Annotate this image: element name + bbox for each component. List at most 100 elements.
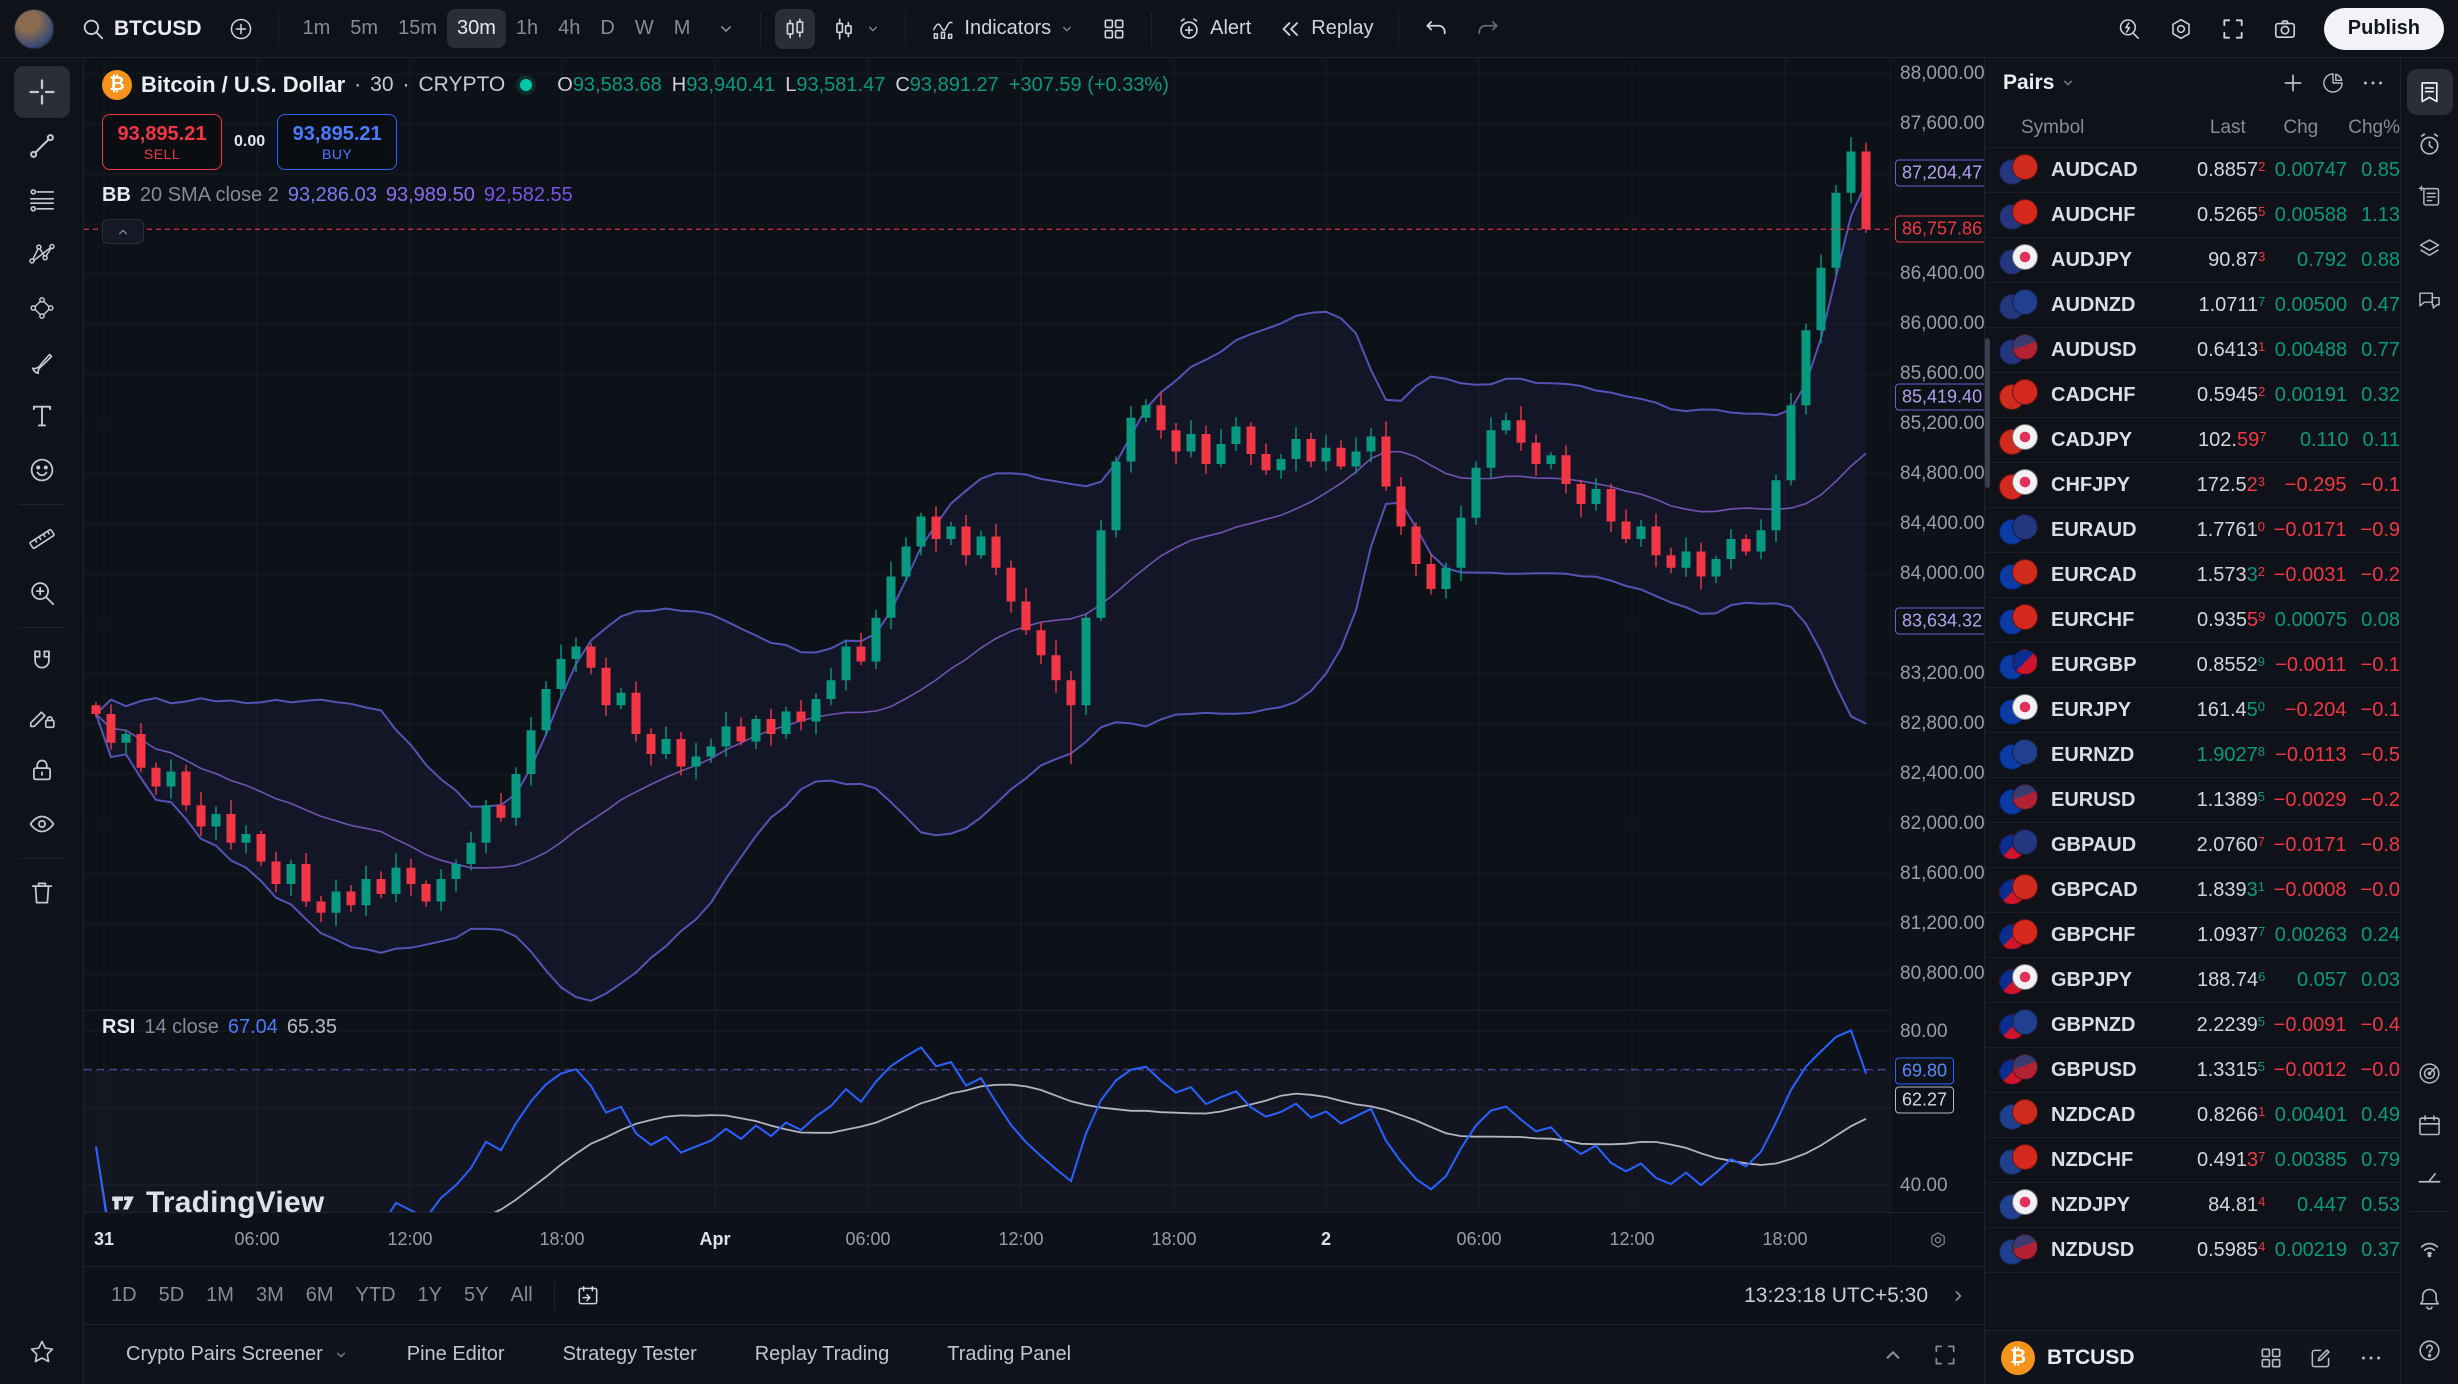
- range-5D[interactable]: 5D: [148, 1278, 196, 1313]
- undo-button[interactable]: [1413, 8, 1459, 50]
- more-options-icon[interactable]: [2358, 1345, 2384, 1371]
- quick-search-icon[interactable]: [2106, 8, 2152, 50]
- watchlist-row-AUDCHF[interactable]: AUDCHF0.526550.005881.13: [1985, 193, 2400, 238]
- layout-templates-button[interactable]: [1091, 8, 1137, 50]
- watchlist-row-GBPCAD[interactable]: GBPCAD1.83931−0.0008−0.0: [1985, 868, 2400, 913]
- favorites-star-tool[interactable]: [14, 1326, 70, 1378]
- watchlist-scrollbar[interactable]: [1985, 338, 1990, 488]
- ruler-tool[interactable]: [14, 513, 70, 565]
- snapshot-camera-icon[interactable]: [2262, 8, 2308, 50]
- timeframe-4h[interactable]: 4h: [548, 9, 590, 48]
- timeframe-W[interactable]: W: [625, 9, 664, 48]
- radar-icon[interactable]: [2407, 1050, 2453, 1096]
- wifi-icon[interactable]: [2407, 1223, 2453, 1269]
- heatmap-pie-icon[interactable]: [2320, 70, 2346, 96]
- help-icon[interactable]: [2407, 1327, 2453, 1373]
- layers-icon[interactable]: [2407, 225, 2453, 271]
- tab-crypto-pairs-screener[interactable]: Crypto Pairs Screener: [126, 1343, 349, 1366]
- bb-indicator-legend[interactable]: BB 20 SMA close 2 93,286.03 93,989.50 92…: [102, 184, 1169, 207]
- range-3M[interactable]: 3M: [245, 1278, 295, 1313]
- column-last[interactable]: Last: [2084, 117, 2245, 139]
- timeline-icon[interactable]: [2407, 1154, 2453, 1200]
- user-avatar[interactable]: [14, 9, 54, 49]
- column-symbol[interactable]: Symbol: [2021, 117, 2084, 139]
- timeframe-15m[interactable]: 15m: [388, 9, 447, 48]
- text-tool[interactable]: [14, 390, 70, 442]
- symbol-title[interactable]: Bitcoin / U.S. Dollar: [141, 72, 345, 98]
- note-plus-icon[interactable]: [2407, 173, 2453, 219]
- watchlist-title-dropdown[interactable]: Pairs: [2003, 71, 2076, 95]
- edit-note-icon[interactable]: [2308, 1345, 2334, 1371]
- replay-button[interactable]: Replay: [1267, 8, 1383, 50]
- tab-pine-editor[interactable]: Pine Editor: [407, 1343, 505, 1366]
- watchlist-row-GBPCHF[interactable]: GBPCHF1.093770.002630.24: [1985, 913, 2400, 958]
- watchlist-row-AUDCAD[interactable]: AUDCAD0.885720.007470.85: [1985, 148, 2400, 193]
- emoji-tool[interactable]: [14, 444, 70, 496]
- price-scale[interactable]: 88,000.0087,600.0086,400.0086,000.0085,6…: [1890, 58, 1984, 1212]
- chat-icon[interactable]: [2407, 277, 2453, 323]
- watchlist-row-NZDJPY[interactable]: NZDJPY84.8140.4470.53: [1985, 1183, 2400, 1228]
- watchlist-row-EURCAD[interactable]: EURCAD1.57332−0.0031−0.2: [1985, 553, 2400, 598]
- watchlist-row-EURJPY[interactable]: EURJPY161.450−0.204−0.1: [1985, 688, 2400, 733]
- expand-panel-icon[interactable]: [1932, 1342, 1958, 1368]
- timeframe-1h[interactable]: 1h: [506, 9, 548, 48]
- range-YTD[interactable]: YTD: [345, 1278, 407, 1313]
- tradingview-watermark[interactable]: TradingView: [110, 1186, 324, 1220]
- settings-gear-icon[interactable]: [2158, 8, 2204, 50]
- exchange-label[interactable]: CRYPTO: [419, 73, 506, 97]
- watchlist-row-CADJPY[interactable]: CADJPY102.5970.1100.11: [1985, 418, 2400, 463]
- rsi-pane[interactable]: [84, 1010, 1890, 1212]
- redo-button[interactable]: [1465, 8, 1511, 50]
- watchlist-row-AUDJPY[interactable]: AUDJPY90.8730.7920.88: [1985, 238, 2400, 283]
- rsi-indicator-legend[interactable]: RSI 14 close 67.04 65.35: [102, 1016, 337, 1039]
- trash-tool[interactable]: [14, 867, 70, 919]
- watchlist-icon[interactable]: [2407, 69, 2453, 115]
- timeframe-1m[interactable]: 1m: [293, 9, 341, 48]
- watchlist-row-GBPAUD[interactable]: GBPAUD2.07607−0.0171−0.8: [1985, 823, 2400, 868]
- range-1Y[interactable]: 1Y: [407, 1278, 453, 1313]
- interval-label[interactable]: 30: [370, 73, 393, 97]
- range-6M[interactable]: 6M: [295, 1278, 345, 1313]
- chart-panes[interactable]: 88,000.0087,600.0086,400.0086,000.0085,6…: [84, 58, 1984, 1212]
- watchlist-menu-icon[interactable]: [2360, 70, 2386, 96]
- watchlist-row-EURAUD[interactable]: EURAUD1.77610−0.0171−0.9: [1985, 508, 2400, 553]
- column-chg-percent[interactable]: Chg%: [2348, 117, 2400, 139]
- timeframe-menu-chevron-icon[interactable]: [706, 11, 746, 47]
- range-All[interactable]: All: [499, 1278, 543, 1313]
- collapse-panel-icon[interactable]: [1880, 1342, 1906, 1368]
- watchlist-row-NZDUSD[interactable]: NZDUSD0.598540.002190.37: [1985, 1228, 2400, 1273]
- watchlist-row-EURUSD[interactable]: EURUSD1.13895−0.0029−0.2: [1985, 778, 2400, 823]
- watchlist-row-EURNZD[interactable]: EURNZD1.90278−0.0113−0.5: [1985, 733, 2400, 778]
- chart-style-candles-button[interactable]: [775, 9, 815, 49]
- tab-strategy-tester[interactable]: Strategy Tester: [563, 1343, 697, 1366]
- chart-style-dropdown[interactable]: [821, 8, 891, 50]
- fullscreen-icon[interactable]: [2210, 8, 2256, 50]
- bell-icon[interactable]: [2407, 1275, 2453, 1321]
- watchlist-row-NZDCHF[interactable]: NZDCHF0.491370.003850.79: [1985, 1138, 2400, 1183]
- clock-time[interactable]: 13:23:18 UTC+5:30: [1744, 1284, 1928, 1308]
- pattern-tool[interactable]: [14, 228, 70, 280]
- market-status-dot[interactable]: [520, 79, 532, 91]
- time-axis[interactable]: 3106:0012:0018:00Apr06:0012:0018:00206:0…: [84, 1212, 1984, 1266]
- indicators-button[interactable]: Indicators: [920, 8, 1085, 50]
- symbol-search[interactable]: BTCUSD: [70, 8, 212, 50]
- watchlist-row-AUDNZD[interactable]: AUDNZD1.071170.005000.47: [1985, 283, 2400, 328]
- chevron-right-icon[interactable]: [1948, 1286, 1968, 1306]
- brush-tool[interactable]: [14, 336, 70, 388]
- watchlist-row-GBPNZD[interactable]: GBPNZD2.22395−0.0091−0.4: [1985, 1003, 2400, 1048]
- sell-button[interactable]: 93,895.21 SELL: [102, 114, 222, 170]
- timeframe-5m[interactable]: 5m: [340, 9, 388, 48]
- publish-button[interactable]: Publish: [2324, 8, 2444, 50]
- watchlist-row-GBPJPY[interactable]: GBPJPY188.7460.0570.03: [1985, 958, 2400, 1003]
- alarm-icon[interactable]: [2407, 121, 2453, 167]
- watchlist-row-EURGBP[interactable]: EURGBP0.85529−0.0011−0.1: [1985, 643, 2400, 688]
- watchlist-row-AUDUSD[interactable]: AUDUSD0.641310.004880.77: [1985, 328, 2400, 373]
- watchlist-row-NZDCAD[interactable]: NZDCAD0.826610.004010.49: [1985, 1093, 2400, 1138]
- alert-button[interactable]: Alert: [1166, 8, 1261, 50]
- grid-view-icon[interactable]: [2258, 1345, 2284, 1371]
- axis-gear-icon[interactable]: [1928, 1230, 1948, 1250]
- range-1M[interactable]: 1M: [195, 1278, 245, 1313]
- watchlist-row-GBPUSD[interactable]: GBPUSD1.33155−0.0012−0.0: [1985, 1048, 2400, 1093]
- timeframe-M[interactable]: M: [664, 9, 701, 48]
- range-1D[interactable]: 1D: [100, 1278, 148, 1313]
